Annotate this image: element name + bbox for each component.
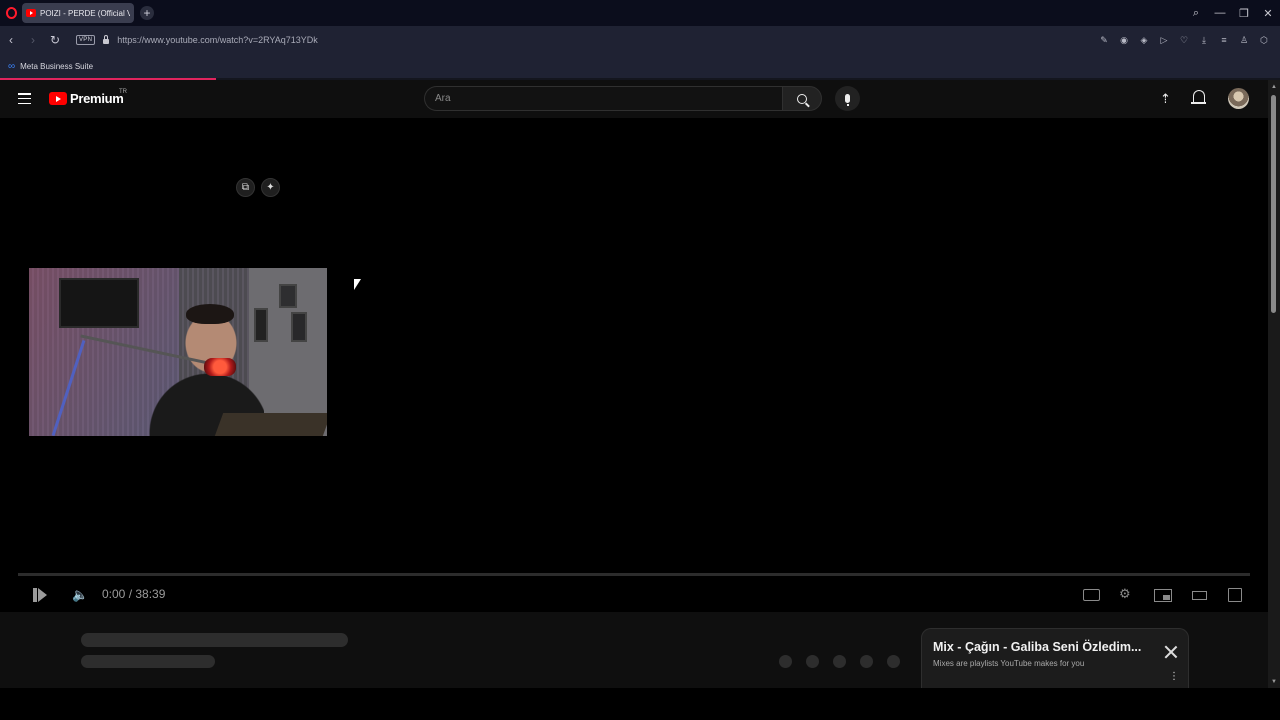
browser-tab-bar: POIZI - PERDE (Official Video) + ⌕ — ❐ ✕ [0,0,1280,26]
youtube-logo[interactable]: Premium [49,91,124,106]
mouse-cursor-icon [354,279,361,290]
window-controls: ⌕ — ❐ ✕ [1184,0,1280,26]
youtube-favicon-icon [26,9,36,17]
player-icon[interactable]: ▷ [1154,35,1174,46]
video-info-area: Mix - Çağın - Galiba Seni Özledim... Mix… [0,612,1268,688]
scroll-down-icon[interactable]: ▼ [1270,678,1278,686]
menu-icon[interactable]: ≡ [1214,35,1234,45]
extensions-icon[interactable]: ⬡ [1254,35,1274,46]
search-input[interactable] [425,87,782,110]
next-play-icon[interactable] [33,588,47,602]
bookmarks-bar: ∞ Meta Business Suite [0,54,1280,78]
subtitles-icon[interactable] [1083,589,1100,601]
search-box [424,86,782,111]
player-controls: 🔈 0:00 / 38:39 ⚙ [0,580,1268,610]
settings-gear-icon[interactable]: ⚙ [1119,586,1131,602]
theater-mode-icon[interactable] [1192,591,1207,600]
bookmark-meta-business-suite[interactable]: Meta Business Suite [20,62,93,71]
browser-tab-active[interactable]: POIZI - PERDE (Official Video) [22,3,134,23]
close-icon[interactable] [1164,645,1178,659]
time-display: 0:00 / 38:39 [102,587,166,601]
camera-icon[interactable]: ◉ [1114,35,1134,46]
new-tab-button[interactable]: + [140,6,154,20]
back-icon[interactable]: ‹ [0,33,22,47]
fullscreen-icon[interactable] [1228,588,1242,602]
lock-icon[interactable] [103,34,110,44]
volume-icon[interactable]: 🔈 [72,587,88,603]
profile-icon[interactable]: ♙ [1234,35,1254,46]
title-skeleton [81,633,348,647]
country-code: TR [119,89,127,95]
forward-icon[interactable]: › [22,33,44,47]
avatar[interactable] [1228,88,1249,109]
address-bar-actions: ✎ ◉ ◈ ▷ ♡ ⤓ ≡ ♙ ⬡ [1094,26,1274,54]
mix-playlist-panel[interactable]: Mix - Çağın - Galiba Seni Özledim... Mix… [921,628,1189,688]
mix-title[interactable]: Mix - Çağın - Galiba Seni Özledim... [933,640,1141,654]
notifications-bell-icon[interactable] [1191,90,1206,104]
vpn-badge[interactable]: VPN [76,35,96,45]
heart-icon[interactable]: ♡ [1174,35,1194,46]
voice-search-button[interactable] [835,86,860,111]
youtube-masthead: Premium TR ⇡ [0,80,1268,118]
minimize-icon[interactable]: — [1208,7,1232,19]
picture-in-picture-icon[interactable]: ⧉ [236,178,255,197]
youtube-premium-wordmark: Premium [70,91,124,106]
video-progress-bar[interactable] [18,573,1250,576]
webcam-overlay-image [29,268,327,436]
address-bar: ‹ › ↻ VPN https://www.youtube.com/watch?… [0,26,1280,54]
upload-icon[interactable]: ⇡ [1160,91,1171,107]
mix-subtitle: Mixes are playlists YouTube makes for yo… [933,659,1085,668]
scroll-up-icon[interactable]: ▲ [1270,83,1278,91]
channel-skeleton [81,655,215,668]
miniplayer-icon[interactable] [1154,589,1172,602]
browser-search-icon[interactable]: ⌕ [1184,7,1208,20]
guide-menu-icon[interactable] [18,93,31,105]
video-player[interactable]: ⧉ ✦ 🔈 0:00 / 38:39 ⚙ [0,118,1268,612]
close-window-icon[interactable]: ✕ [1256,7,1280,20]
actions-skeleton [779,655,900,668]
scrollbar-thumb[interactable] [1271,95,1276,313]
meta-icon: ∞ [8,60,16,72]
download-icon[interactable]: ⤓ [1194,35,1214,46]
search-icon [797,93,807,104]
more-options-icon[interactable]: ⋮ [1169,672,1179,682]
search-button[interactable] [782,86,822,111]
edit-icon[interactable]: ✎ [1094,35,1114,46]
sparkle-icon[interactable]: ✦ [261,178,280,197]
shield-icon[interactable]: ◈ [1134,35,1154,46]
youtube-play-logo-icon [49,92,67,105]
opera-logo-icon[interactable] [0,0,22,26]
bottom-strip [0,688,1280,720]
reload-icon[interactable]: ↻ [44,33,66,47]
player-overlay-actions: ⧉ ✦ [236,178,280,197]
tab-title: POIZI - PERDE (Official Video) [40,8,130,18]
restore-icon[interactable]: ❐ [1232,7,1256,20]
url-field[interactable]: https://www.youtube.com/watch?v=2RYAq713… [117,35,318,45]
microphone-icon [845,94,850,106]
